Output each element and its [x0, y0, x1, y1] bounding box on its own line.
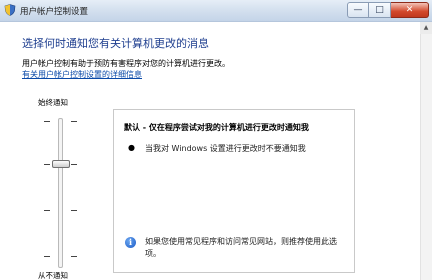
slider-tick [44, 121, 50, 122]
page-title: 选择何时通知您有关计算机更改的消息 [22, 37, 209, 50]
slider-thumb[interactable] [52, 160, 70, 168]
slider-tick [44, 256, 50, 257]
minimize-button[interactable]: — [347, 2, 369, 18]
slider-tick [71, 121, 77, 122]
info-icon: i [125, 237, 136, 248]
slider-tick [44, 210, 50, 211]
setting-title: 默认 - 仅在程序尝试对我的计算机进行更改时通知我 [124, 123, 309, 132]
slider-tick [71, 210, 77, 211]
slider-top-label: 始终通知 [38, 98, 68, 107]
maximize-button[interactable]: □ [369, 2, 391, 18]
notification-level-slider[interactable] [58, 118, 63, 268]
recommendation-text: 如果您使用常见程序和访问常见网站，则推荐使用此选项。 [145, 237, 337, 258]
slider-tick [71, 164, 77, 165]
window-controls: — □ ✕ [347, 2, 429, 18]
slider-tick [71, 256, 77, 257]
slider-bottom-label: 从不通知 [38, 271, 68, 280]
vertical-scrollbar[interactable] [420, 22, 432, 280]
description-text: 用户帐户控制有助于预防有害程序对您的计算机进行更改。 [22, 59, 230, 68]
slider-tick [44, 164, 50, 165]
bullet-icon: ● [128, 143, 135, 152]
window-title: 用户帐户控制设置 [20, 7, 89, 17]
close-button[interactable]: ✕ [391, 2, 429, 18]
scroll-up-arrow-icon[interactable]: ▲ [420, 22, 432, 34]
setting-detail: 当我对 Windows 设置进行更改时不要通知我 [145, 144, 306, 153]
shield-icon [4, 4, 16, 16]
title-bar: 用户帐户控制设置 — □ ✕ [0, 0, 432, 22]
uac-help-link[interactable]: 有关用户帐户控制设置的详细信息 [22, 69, 142, 80]
